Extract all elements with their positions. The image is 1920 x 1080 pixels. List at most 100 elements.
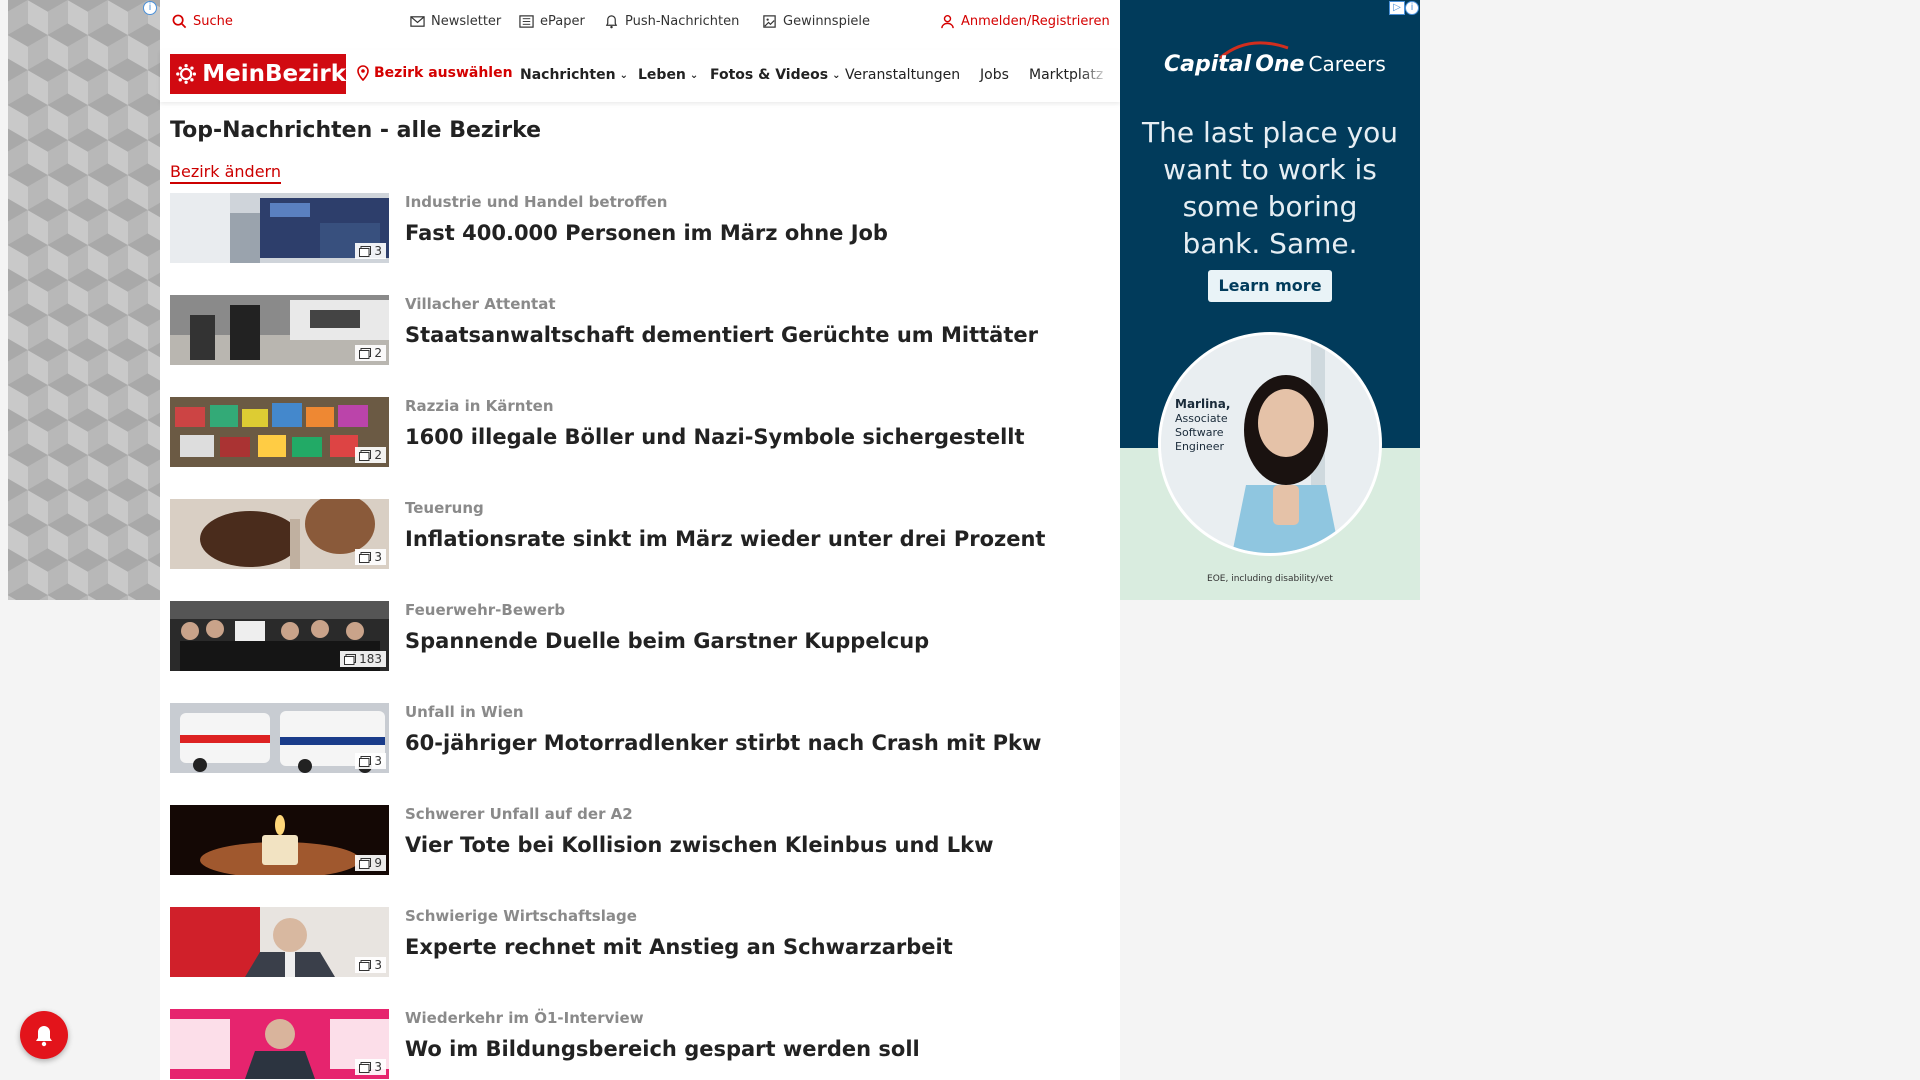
article-item[interactable]: 9 Schwerer Unfall auf der A2 Vier Tote b… — [170, 805, 1110, 907]
epaper-link[interactable]: ePaper — [519, 14, 585, 29]
image-count: 2 — [374, 346, 382, 360]
gallery-icon — [359, 959, 372, 971]
sun-logo-icon — [176, 64, 197, 84]
ad-portrait: Marlina, Associate Software Engineer — [1158, 332, 1382, 556]
gallery-icon — [344, 653, 357, 665]
gift-icon — [763, 15, 776, 28]
learn-more-button[interactable]: Learn more — [1208, 270, 1332, 302]
gallery-icon — [359, 551, 372, 563]
bell-icon — [605, 15, 618, 29]
login-link[interactable]: Anmelden/Registrieren — [940, 14, 1110, 29]
article-headline[interactable]: Staatsanwaltschaft dementiert Gerüchte u… — [405, 323, 1038, 347]
left-ad-banner[interactable] — [8, 0, 160, 600]
ad-headline: The last place you want to work is some … — [1141, 116, 1399, 260]
article-kicker: Schwierige Wirtschaftslage — [405, 907, 637, 925]
meinbezirk-logo[interactable]: MeinBezirk — [170, 54, 346, 94]
article-thumbnail[interactable]: 9 — [170, 805, 389, 875]
article-kicker: Razzia in Kärnten — [405, 397, 554, 415]
article-item[interactable]: 3 Wiederkehr im Ö1-Interview Wo im Bildu… — [170, 1009, 1110, 1080]
article-headline[interactable]: Spannende Duelle beim Garstner Kuppelcup — [405, 629, 929, 653]
portrait-caption: Marlina, Associate Software Engineer — [1175, 397, 1230, 454]
nav-veranstaltungen[interactable]: Veranstaltungen — [845, 67, 960, 83]
article-item[interactable]: 2 Villacher Attentat Staatsanwaltschaft … — [170, 295, 1110, 397]
brand-careers: Careers — [1308, 52, 1386, 76]
article-item[interactable]: 183 Feuerwehr-Bewerb Spannende Duelle be… — [170, 601, 1110, 703]
article-headline[interactable]: 60-jähriger Motorradlenker stirbt nach C… — [405, 731, 1041, 755]
main-content: Suche Newsletter ePaper Push-Nachrichten… — [160, 0, 1120, 1080]
article-headline[interactable]: Wo im Bildungsbereich gespart werden sol… — [405, 1037, 920, 1061]
ad-disclaimer: EOE, including disability/vet — [1207, 574, 1333, 584]
image-count-badge: 3 — [355, 957, 386, 973]
article-thumbnail[interactable]: 3 — [170, 703, 389, 773]
person-name: Marlina, — [1175, 397, 1231, 411]
article-item[interactable]: 3 Unfall in Wien 60-jähriger Motorradlen… — [170, 703, 1110, 805]
image-count-badge: 3 — [355, 549, 386, 565]
location-pin-icon — [357, 65, 369, 81]
change-bezirk-link[interactable]: Bezirk ändern — [170, 162, 281, 184]
brand-one: One — [1255, 52, 1305, 77]
article-item[interactable]: 3 Industrie und Handel betroffen Fast 40… — [170, 193, 1110, 295]
main-navigation: MeinBezirk Bezirk auswählen Nachrichten … — [160, 50, 1120, 102]
epaper-label: ePaper — [540, 14, 585, 29]
search-label: Suche — [193, 14, 233, 29]
ad-choices-icon[interactable]: ▷ — [1389, 1, 1405, 15]
bezirk-select[interactable]: Bezirk auswählen — [356, 65, 513, 81]
ad-info-icon[interactable]: i — [143, 1, 157, 15]
person-role-3: Engineer — [1175, 440, 1224, 453]
article-thumbnail[interactable]: 3 — [170, 1009, 389, 1079]
chevron-down-icon: ⌄ — [832, 69, 841, 81]
article-thumbnail[interactable]: 3 — [170, 499, 389, 569]
capital-one-ad[interactable]: Capital One Careers The last place you wa… — [1120, 0, 1420, 600]
image-count: 183 — [359, 652, 382, 666]
bezirk-label: Bezirk auswählen — [374, 65, 513, 81]
article-item[interactable]: 3 Teuerung Inflationsrate sinkt im März … — [170, 499, 1110, 601]
image-count-badge: 3 — [355, 1059, 386, 1075]
article-item[interactable]: 3 Schwierige Wirtschaftslage Experte rec… — [170, 907, 1110, 1009]
article-thumbnail[interactable]: 3 — [170, 193, 389, 263]
article-headline[interactable]: Vier Tote bei Kollision zwischen Kleinbu… — [405, 833, 994, 857]
ad-info-icon[interactable]: i — [1405, 1, 1419, 15]
nav-fotos-label: Fotos & Videos — [710, 67, 829, 83]
notification-bell-button[interactable] — [20, 1011, 68, 1059]
article-headline[interactable]: Experte rechnet mit Anstieg an Schwarzar… — [405, 935, 953, 959]
image-count-badge: 3 — [355, 243, 386, 259]
newsletter-link[interactable]: Newsletter — [410, 14, 501, 29]
capital-one-logo: Capital One Careers — [1164, 52, 1386, 77]
login-label: Anmelden/Registrieren — [961, 14, 1110, 29]
search-icon — [172, 14, 187, 29]
article-kicker: Villacher Attentat — [405, 295, 556, 313]
gallery-icon — [359, 1061, 372, 1073]
article-headline[interactable]: 1600 illegale Böller und Nazi-Symbole si… — [405, 425, 1025, 449]
top-utility-bar: Suche Newsletter ePaper Push-Nachrichten… — [160, 0, 1120, 46]
article-headline[interactable]: Inflationsrate sinkt im März wieder unte… — [405, 527, 1045, 551]
search-link[interactable]: Suche — [172, 14, 233, 29]
nav-fotos-videos[interactable]: Fotos & Videos ⌄ — [710, 67, 840, 83]
gallery-icon — [359, 245, 372, 257]
article-thumbnail[interactable]: 183 — [170, 601, 389, 671]
image-count: 3 — [374, 754, 382, 768]
gallery-icon — [359, 449, 372, 461]
nav-jobs[interactable]: Jobs — [980, 67, 1009, 83]
article-thumbnail[interactable]: 2 — [170, 397, 389, 467]
gewinnspiele-label: Gewinnspiele — [783, 14, 871, 29]
article-headline[interactable]: Fast 400.000 Personen im März ohne Job — [405, 221, 888, 245]
nav-nachrichten[interactable]: Nachrichten ⌄ — [520, 67, 628, 83]
article-kicker: Industrie und Handel betroffen — [405, 193, 668, 211]
image-count: 9 — [374, 856, 382, 870]
nav-leben[interactable]: Leben ⌄ — [638, 67, 698, 83]
gewinnspiele-link[interactable]: Gewinnspiele — [762, 14, 870, 29]
article-item[interactable]: 2 Razzia in Kärnten 1600 illegale Böller… — [170, 397, 1110, 499]
image-count: 3 — [374, 244, 382, 258]
mail-icon — [410, 16, 425, 27]
newsletter-label: Newsletter — [431, 14, 502, 29]
newspaper-icon — [519, 15, 534, 28]
image-count: 2 — [374, 448, 382, 462]
image-count-badge: 2 — [355, 447, 386, 463]
push-link[interactable]: Push-Nachrichten — [604, 14, 739, 29]
article-thumbnail[interactable]: 2 — [170, 295, 389, 365]
article-kicker: Wiederkehr im Ö1-Interview — [405, 1009, 644, 1027]
user-icon — [941, 14, 954, 29]
article-thumbnail[interactable]: 3 — [170, 907, 389, 977]
article-list: 3 Industrie und Handel betroffen Fast 40… — [170, 193, 1110, 1080]
article-kicker: Teuerung — [405, 499, 484, 517]
